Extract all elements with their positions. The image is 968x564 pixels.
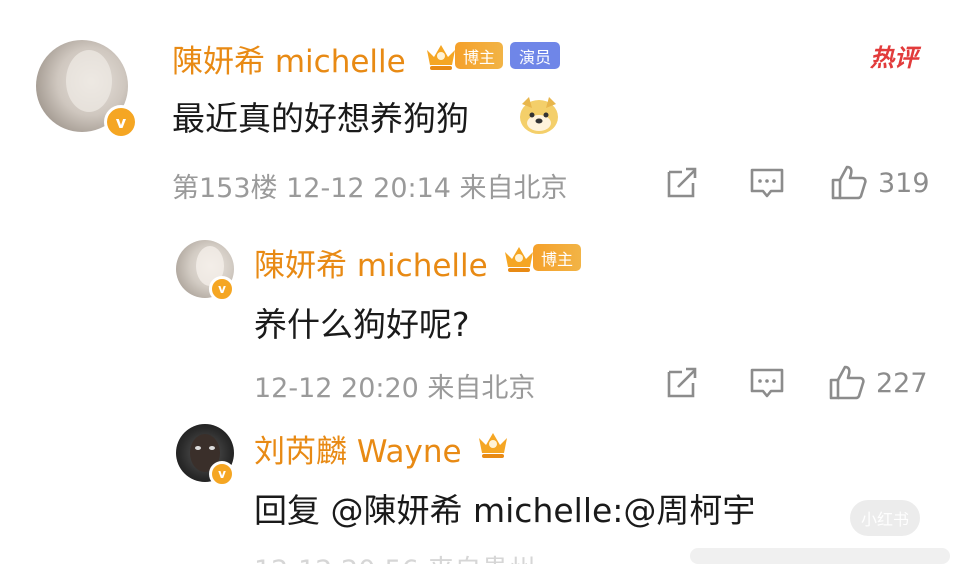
- thumbs-up-icon: [829, 365, 865, 400]
- share-icon[interactable]: [664, 366, 700, 400]
- blogger-tag: 博主: [533, 244, 581, 271]
- verified-badge-icon: v: [104, 105, 138, 139]
- crown-icon: [427, 45, 455, 70]
- verified-badge-icon: v: [209, 276, 235, 302]
- thumbs-up-icon: [831, 165, 867, 200]
- reply-meta: 12-12 20:56 来自贵州: [254, 548, 535, 564]
- doge-emoji-icon: [520, 97, 558, 134]
- reply-username[interactable]: 刘芮麟 Wayne: [254, 426, 462, 471]
- watermark: 小红书: [850, 500, 920, 536]
- verified-badge-icon: v: [209, 461, 235, 487]
- reply-username[interactable]: 陳妍希 michelle: [254, 240, 488, 285]
- like-button[interactable]: 319: [830, 164, 930, 202]
- crown-icon: [479, 433, 507, 458]
- like-count: 319: [878, 167, 930, 199]
- like-count: 227: [876, 367, 928, 399]
- comment-icon[interactable]: [749, 366, 785, 400]
- comment-meta: 第153楼 12-12 20:14 来自北京: [172, 173, 568, 204]
- blogger-tag: 博主: [455, 42, 503, 69]
- reply-meta: 12-12 20:20 来自北京: [254, 373, 536, 404]
- reply-text: 养什么狗好呢?: [254, 305, 470, 344]
- crown-icon: [505, 247, 533, 272]
- comment-icon[interactable]: [749, 166, 785, 200]
- like-button[interactable]: 227: [828, 364, 928, 402]
- share-icon[interactable]: [664, 166, 700, 200]
- blurred-actions: [690, 548, 950, 564]
- comment-text: 最近真的好想养狗狗: [172, 99, 469, 138]
- hot-comment-label: 热评: [870, 44, 918, 72]
- reply-text: 回复 @陳妍希 michelle:@周柯宇: [254, 491, 756, 530]
- comment-username[interactable]: 陳妍希 michelle: [172, 36, 406, 81]
- actor-tag: 演员: [510, 42, 560, 69]
